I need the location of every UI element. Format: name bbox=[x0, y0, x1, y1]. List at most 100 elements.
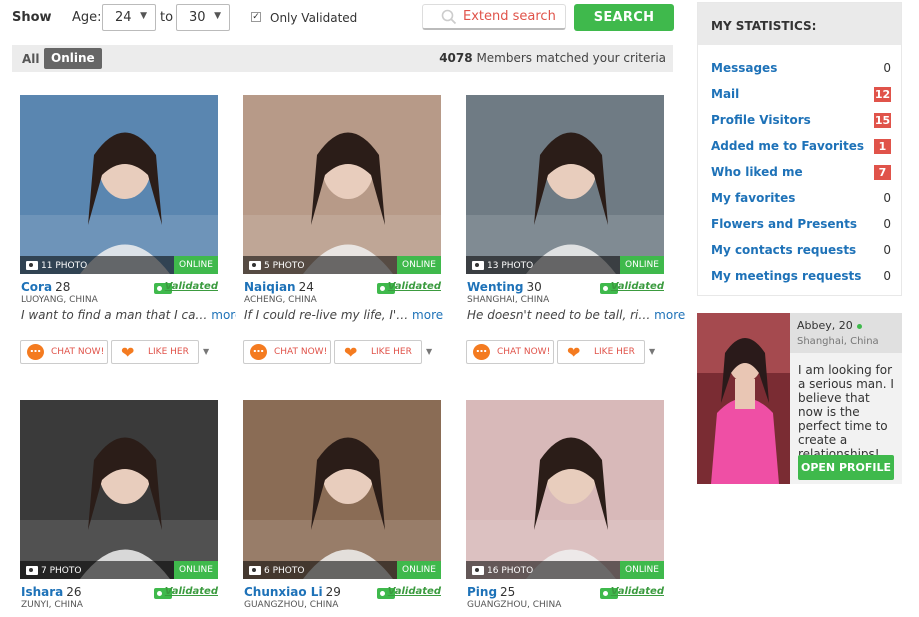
profile-photo-image bbox=[243, 400, 441, 579]
online-dot-icon bbox=[856, 323, 862, 329]
profile-age: 30 bbox=[526, 280, 542, 294]
stat-row[interactable]: Who liked me 7 bbox=[711, 165, 891, 183]
validated-link[interactable]: Validated bbox=[611, 586, 664, 597]
validated-link[interactable]: Validated bbox=[388, 281, 441, 292]
stat-count: 12 bbox=[874, 87, 891, 102]
profile-photo-image bbox=[243, 95, 441, 274]
more-options-caret[interactable]: ▼ bbox=[426, 340, 436, 364]
statistics-title: MY STATISTICS: bbox=[711, 19, 817, 33]
featured-profile-name[interactable]: Abbey, 20 bbox=[797, 319, 862, 332]
profile-name[interactable]: Ping bbox=[467, 585, 497, 599]
profile-name[interactable]: Chunxiao Li bbox=[244, 585, 323, 599]
profile-photo-image bbox=[466, 95, 664, 274]
online-badge: ONLINE bbox=[174, 561, 218, 579]
featured-profile-location: Shanghai, China bbox=[797, 336, 879, 347]
age-to-select[interactable]: 30 ▼ bbox=[176, 4, 230, 31]
profile-name[interactable]: Naiqian bbox=[244, 280, 296, 294]
chevron-down-icon: ▼ bbox=[140, 11, 147, 21]
stat-row[interactable]: Profile Visitors 15 bbox=[711, 113, 891, 131]
open-profile-button[interactable]: OPEN PROFILE bbox=[798, 455, 894, 480]
validated-link[interactable]: Validated bbox=[388, 586, 441, 597]
chat-now-button[interactable]: CHAT NOW! bbox=[243, 340, 331, 364]
stat-count: 0 bbox=[883, 269, 891, 283]
validated-link[interactable]: Validated bbox=[165, 586, 218, 597]
only-validated-label[interactable]: Only Validated bbox=[270, 11, 357, 25]
validated-link[interactable]: Validated bbox=[165, 281, 218, 292]
like-her-button[interactable]: ❤ LIKE HER bbox=[334, 340, 422, 364]
profile-name[interactable]: Cora bbox=[21, 280, 52, 294]
like-her-button[interactable]: ❤ LIKE HER bbox=[557, 340, 645, 364]
extend-search-button[interactable]: Extend search bbox=[422, 4, 566, 30]
chat-bubble-icon bbox=[27, 342, 44, 360]
profile-photo[interactable]: 13 PHOTO ONLINE bbox=[466, 95, 664, 274]
profile-photo[interactable]: 7 PHOTO ONLINE bbox=[20, 400, 218, 579]
more-link[interactable]: more bbox=[412, 308, 443, 322]
stat-label[interactable]: Added me to Favorites bbox=[711, 139, 864, 153]
profile-name-row: Chunxiao Li 29 bbox=[244, 585, 341, 599]
age-from-select[interactable]: 24 ▼ bbox=[102, 4, 156, 31]
profile-name-row: Ishara 26 bbox=[21, 585, 82, 599]
age-from-value: 24 bbox=[115, 10, 132, 25]
stat-row[interactable]: My contacts requests 0 bbox=[711, 243, 891, 261]
more-options-caret[interactable]: ▼ bbox=[203, 340, 213, 364]
like-her-label: LIKE HER bbox=[594, 347, 635, 357]
profile-age: 25 bbox=[500, 585, 516, 599]
stat-row[interactable]: Added me to Favorites 1 bbox=[711, 139, 891, 157]
validated-link[interactable]: Validated bbox=[611, 281, 664, 292]
profile-name[interactable]: Ishara bbox=[21, 585, 63, 599]
profile-name[interactable]: Wenting bbox=[467, 280, 523, 294]
online-badge: ONLINE bbox=[174, 256, 218, 274]
stat-label[interactable]: Who liked me bbox=[711, 165, 803, 179]
show-label: Show bbox=[12, 10, 52, 25]
profile-photo[interactable]: 16 PHOTO ONLINE bbox=[466, 400, 664, 579]
stat-label[interactable]: Profile Visitors bbox=[711, 113, 811, 127]
chat-bubble-icon bbox=[250, 342, 267, 360]
stat-label[interactable]: Mail bbox=[711, 87, 739, 101]
profile-photo-image bbox=[466, 400, 664, 579]
tab-online[interactable]: Online bbox=[44, 48, 102, 69]
search-icon bbox=[441, 9, 457, 25]
description-text: If I could re-live my life, I'… bbox=[244, 308, 409, 322]
photo-count: 5 PHOTO bbox=[264, 261, 305, 271]
search-button[interactable]: SEARCH bbox=[574, 4, 674, 31]
profile-location: ZUNYI, CHINA bbox=[21, 600, 83, 610]
chevron-down-icon: ▼ bbox=[214, 11, 221, 21]
like-her-button[interactable]: ❤ LIKE HER bbox=[111, 340, 199, 364]
stat-row[interactable]: Messages 0 bbox=[711, 61, 891, 79]
chat-now-button[interactable]: CHAT NOW! bbox=[466, 340, 554, 364]
profile-photo-image bbox=[20, 95, 218, 274]
stat-label[interactable]: My contacts requests bbox=[711, 243, 856, 257]
profile-photo[interactable]: 11 PHOTO ONLINE bbox=[20, 95, 218, 274]
stat-row[interactable]: Mail 12 bbox=[711, 87, 891, 105]
stat-row[interactable]: My favorites 0 bbox=[711, 191, 891, 209]
stat-row[interactable]: My meetings requests 0 bbox=[711, 269, 891, 287]
stat-count: 15 bbox=[874, 113, 891, 128]
stat-label[interactable]: Flowers and Presents bbox=[711, 217, 857, 231]
filter-bar: Show Age: 24 ▼ to 30 ▼ ✓ Only Validated … bbox=[0, 0, 680, 38]
featured-profile-namebar: Abbey, 20 Shanghai, China bbox=[790, 313, 902, 353]
photo-count: 7 PHOTO bbox=[41, 566, 82, 576]
results-tab-bar: All Online 4078 Members matched your cri… bbox=[12, 45, 673, 72]
extend-search-label: Extend search bbox=[463, 9, 556, 24]
stat-label[interactable]: Messages bbox=[711, 61, 777, 75]
more-options-caret[interactable]: ▼ bbox=[649, 340, 659, 364]
profile-photo[interactable]: 6 PHOTO ONLINE bbox=[243, 400, 441, 579]
camera-icon bbox=[26, 261, 38, 270]
chat-now-label: CHAT NOW! bbox=[497, 347, 551, 357]
featured-profile-photo[interactable] bbox=[697, 313, 790, 484]
chat-now-button[interactable]: CHAT NOW! bbox=[20, 340, 108, 364]
stat-label[interactable]: My favorites bbox=[711, 191, 795, 205]
profile-location: LUOYANG, CHINA bbox=[21, 295, 98, 305]
featured-profile-promo: Abbey, 20 Shanghai, China I am looking f… bbox=[697, 313, 902, 484]
profile-name-row: Cora 28 bbox=[21, 280, 70, 294]
statistics-header: MY STATISTICS: bbox=[698, 3, 901, 45]
stat-label[interactable]: My meetings requests bbox=[711, 269, 861, 283]
description-text: He doesn't need to be tall, ri… bbox=[467, 308, 651, 322]
profile-location: ACHENG, CHINA bbox=[244, 295, 317, 305]
only-validated-checkbox[interactable]: ✓ bbox=[251, 12, 261, 22]
tab-all[interactable]: All bbox=[22, 52, 40, 66]
stat-row[interactable]: Flowers and Presents 0 bbox=[711, 217, 891, 235]
profile-card: 5 PHOTO ONLINE Naiqian 24 Validated ACHENG, C… bbox=[236, 88, 449, 378]
profile-photo[interactable]: 5 PHOTO ONLINE bbox=[243, 95, 441, 274]
more-link[interactable]: more bbox=[654, 308, 685, 322]
